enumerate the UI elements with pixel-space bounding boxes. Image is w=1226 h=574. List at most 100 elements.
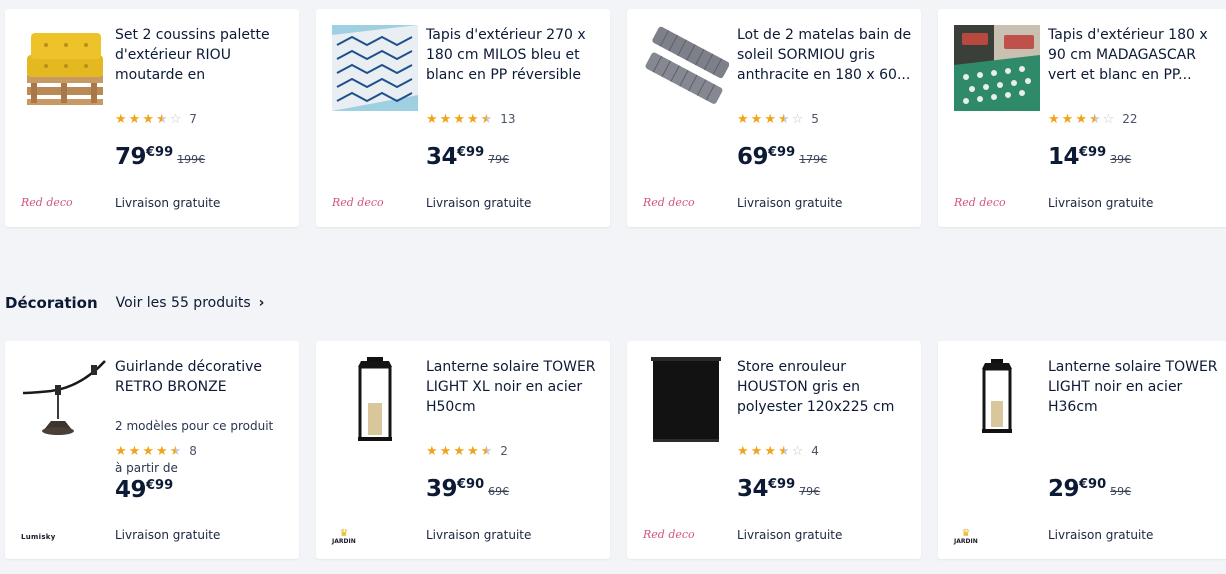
product-card[interactable]: Lot de 2 matelas bain de soleil SORMIOU … [627,9,921,227]
price: 49 €99 [115,478,173,502]
price-integer: 34 [426,144,458,170]
delivery-info: Livraison gratuite [426,528,532,542]
product-image-lantern[interactable] [954,357,1040,443]
product-image-pallet-cushion[interactable] [21,25,107,111]
product-card[interactable]: Store enrouleur HOUSTON gris en polyeste… [627,341,921,559]
star-icon: ★ [1075,111,1087,127]
section-header: Décoration Voir les 55 produits › [5,294,264,312]
review-count: 13 [500,112,516,126]
seller-logo: ♛ JARDIN [332,529,356,546]
old-price: 79€ [488,153,510,166]
seller-logo: Red deco [643,528,695,541]
old-price: 59€ [1110,485,1132,498]
old-price: 39€ [1110,153,1132,166]
star-icon: ★ [453,443,465,459]
product-card[interactable]: Tapis d'extérieur 270 x 180 cm MILOS ble… [316,9,610,227]
star-icon: ★ [453,111,465,127]
trophy-icon: ♛ [961,528,971,539]
price: 34 €99 79€ [737,477,820,501]
price-integer: 49 [115,477,147,503]
star-icon: ★ [466,443,479,459]
product-image-green-rug[interactable] [954,25,1040,111]
review-count: 8 [189,444,197,458]
product-title[interactable]: Tapis d'extérieur 180 x 90 cm MADAGASCAR… [1048,25,1224,85]
review-count: 7 [189,112,197,126]
review-count: 5 [811,112,819,126]
price-decimal: €99 [768,477,796,492]
star-icon: ★ [466,111,479,127]
price: 34 €99 79€ [426,145,509,169]
old-price: 179€ [799,153,828,166]
star-half-icon: ★ [777,111,790,127]
product-image-sun-mattresses[interactable] [643,25,729,111]
star-icon: ★ [1048,111,1060,127]
product-image-blue-rug[interactable] [332,25,418,111]
price-decimal: €99 [146,478,174,493]
star-icon: ★ [439,111,452,127]
product-title[interactable]: Set 2 coussins palette d'extérieur RIOU … [115,25,291,85]
rating-stars: ★ ★ ★ ★ ★ 8 [115,444,197,458]
delivery-info: Livraison gratuite [115,528,221,542]
rating-stars: ★ ★ ★ ★ ☆ 5 [737,112,819,126]
price-from-label: à partir de [115,461,178,475]
old-price: 69€ [488,485,510,498]
variants-count: 2 modèles pour ce produit [115,419,274,433]
star-icon: ★ [426,111,438,127]
review-count: 4 [811,444,819,458]
star-icon: ★ [128,443,141,459]
product-title[interactable]: Tapis d'extérieur 270 x 180 cm MILOS ble… [426,25,602,85]
star-half-icon: ★ [155,111,168,127]
price: 29 €90 59€ [1048,477,1131,501]
star-half-icon: ★ [777,443,790,459]
product-title[interactable]: Store enrouleur HOUSTON gris en polyeste… [737,357,913,417]
delivery-info: Livraison gratuite [737,196,843,210]
star-empty-icon: ☆ [169,111,182,127]
price-integer: 79 [115,144,147,170]
product-title[interactable]: Lanterne solaire TOWER LIGHT noir en aci… [1048,357,1224,417]
seller-logo: Red deco [954,196,1006,209]
chevron-right-icon[interactable]: › [259,295,265,311]
star-icon: ★ [737,443,749,459]
product-card[interactable]: Lanterne solaire TOWER LIGHT noir en aci… [938,341,1226,559]
price-decimal: €99 [768,145,796,160]
star-icon: ★ [764,443,776,459]
product-card[interactable]: Set 2 coussins palette d'extérieur RIOU … [5,9,299,227]
star-icon: ★ [128,111,141,127]
product-title[interactable]: Guirlande décorative RETRO BRONZE [115,357,291,397]
price-integer: 69 [737,144,769,170]
old-price: 79€ [799,485,821,498]
star-icon: ★ [115,443,127,459]
seller-name: JARDIN [954,538,978,545]
seller-logo: Red deco [332,196,384,209]
seller-logo: Red deco [643,196,695,209]
rating-stars: ★ ★ ★ ★ ☆ 4 [737,444,819,458]
price-decimal: €99 [146,145,174,160]
seller-name: JARDIN [332,538,356,545]
delivery-info: Livraison gratuite [737,528,843,542]
product-image-string-lights[interactable] [21,357,107,443]
star-icon: ★ [439,443,452,459]
product-row-outdoor: Set 2 coussins palette d'extérieur RIOU … [5,9,1226,227]
product-title[interactable]: Lanterne solaire TOWER LIGHT XL noir en … [426,357,602,417]
star-icon: ★ [142,443,154,459]
product-card[interactable]: Lanterne solaire TOWER LIGHT XL noir en … [316,341,610,559]
star-icon: ★ [142,111,154,127]
star-empty-icon: ☆ [1102,111,1115,127]
product-image-lantern-xl[interactable] [332,357,418,443]
product-image-roller-blind[interactable] [643,357,729,443]
star-half-icon: ★ [480,111,493,127]
product-card[interactable]: Tapis d'extérieur 180 x 90 cm MADAGASCAR… [938,9,1226,227]
price-decimal: €90 [457,477,485,492]
star-icon: ★ [155,443,168,459]
star-icon: ★ [764,111,776,127]
price-integer: 29 [1048,476,1080,502]
see-all-products-link[interactable]: Voir les 55 produits [116,295,251,311]
product-row-decoration: Guirlande décorative RETRO BRONZE 2 modè… [5,341,1226,559]
price: 79 €99 199€ [115,145,205,169]
seller-logo: Red deco [21,196,73,209]
section-title: Décoration [5,294,98,312]
product-title[interactable]: Lot de 2 matelas bain de soleil SORMIOU … [737,25,913,85]
product-card[interactable]: Guirlande décorative RETRO BRONZE 2 modè… [5,341,299,559]
delivery-info: Livraison gratuite [1048,528,1154,542]
rating-stars: ★ ★ ★ ★ ★ 13 [426,112,516,126]
